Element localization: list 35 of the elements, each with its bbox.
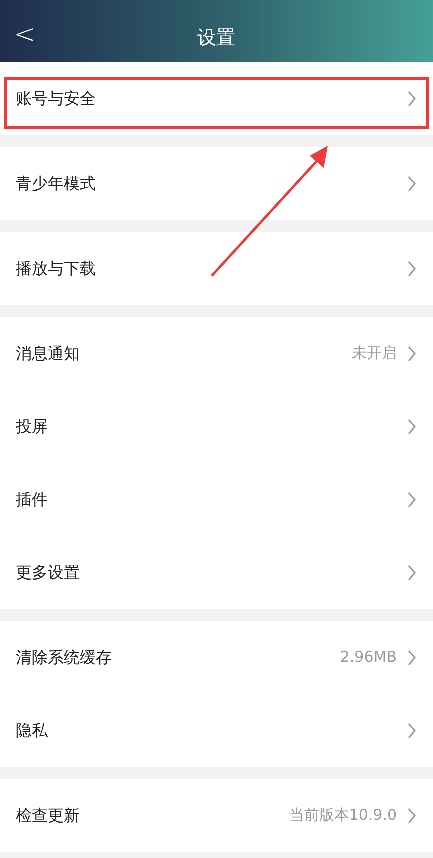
- settings-row[interactable]: 投屏: [0, 390, 433, 463]
- chevron-icon: [407, 650, 417, 666]
- row-label: 投屏: [16, 416, 49, 438]
- chevron-icon: [407, 90, 417, 106]
- settings-row[interactable]: 播放与下载: [0, 232, 433, 305]
- row-label: 清除系统缓存: [16, 646, 113, 668]
- chevron-icon: [407, 492, 417, 508]
- row-label: 插件: [16, 488, 49, 510]
- row-label: 消息通知: [16, 342, 81, 364]
- chevron-icon: [407, 808, 417, 824]
- row-label: 播放与下载: [16, 258, 97, 280]
- row-value: 2.96MB: [340, 647, 397, 668]
- row-label: 隐私: [16, 720, 49, 742]
- settings-row[interactable]: 清除系统缓存 2.96MB: [0, 621, 433, 694]
- row-label: 检查更新: [16, 804, 81, 826]
- settings-row[interactable]: 检查更新 当前版本10.9.0: [0, 779, 433, 852]
- row-label: 账号与安全: [16, 88, 97, 110]
- chevron-icon: [407, 346, 417, 362]
- settings-row[interactable]: 消息通知 未开启: [0, 317, 433, 390]
- row-label: 青少年模式: [16, 172, 97, 194]
- settings-row[interactable]: 更多设置: [0, 536, 433, 609]
- row-label: 更多设置: [16, 562, 81, 584]
- row-value: 当前版本10.9.0: [289, 805, 397, 826]
- back-button[interactable]: <: [14, 22, 36, 48]
- chevron-icon: [407, 260, 417, 276]
- chevron-icon: [407, 722, 417, 738]
- settings-row[interactable]: 青少年模式: [0, 147, 433, 220]
- settings-row[interactable]: 插件: [0, 463, 433, 536]
- row-value: 未开启: [352, 343, 397, 364]
- page-title: 设置: [198, 26, 236, 51]
- chevron-icon: [407, 564, 417, 580]
- chevron-icon: [407, 176, 417, 192]
- settings-row[interactable]: 隐私: [0, 694, 433, 767]
- chevron-icon: [407, 418, 417, 434]
- settings-row[interactable]: 账号与安全: [0, 62, 433, 135]
